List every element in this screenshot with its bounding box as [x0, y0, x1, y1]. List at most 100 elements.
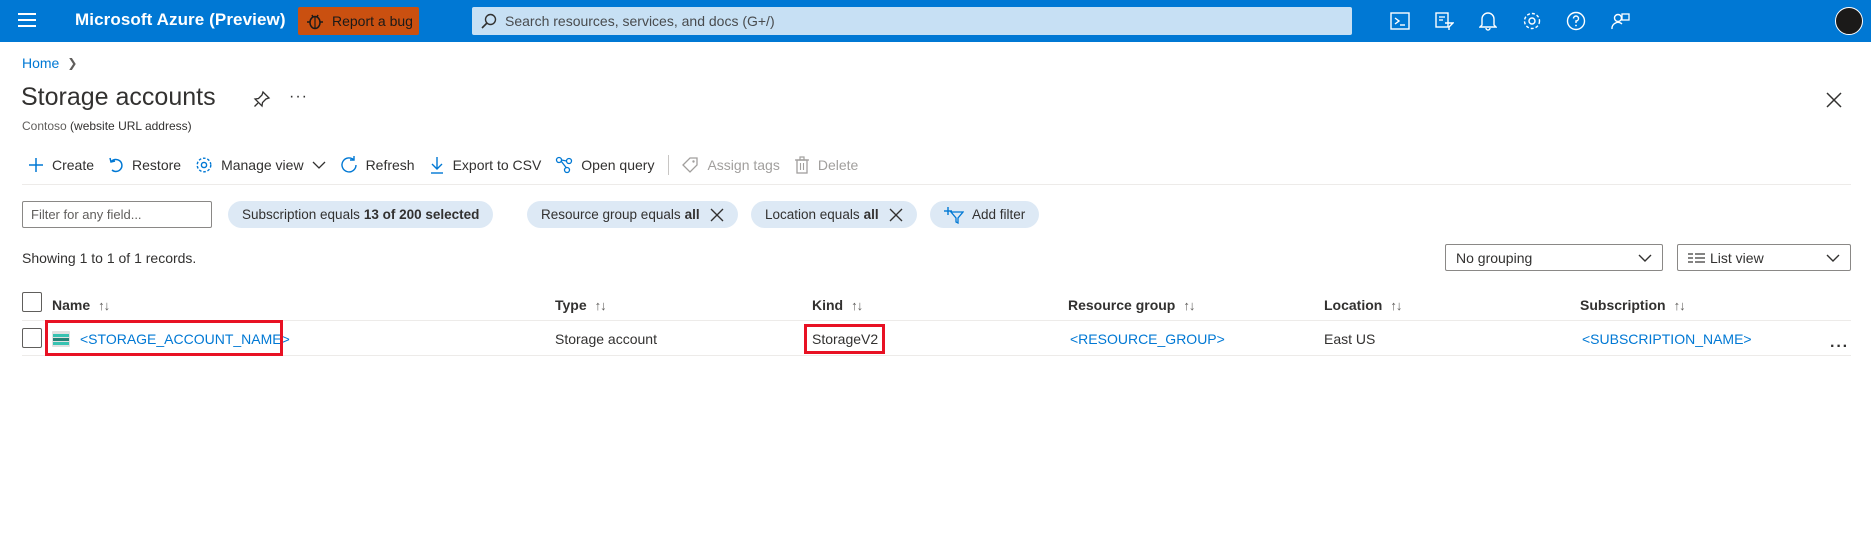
select-all-checkbox[interactable] [22, 292, 42, 312]
help-icon[interactable] [1554, 8, 1598, 34]
refresh-label: Refresh [365, 157, 415, 173]
chevron-down-icon [1638, 254, 1652, 262]
report-bug-label: Report a bug [332, 13, 413, 29]
restore-button[interactable]: Restore [102, 150, 189, 180]
column-subscription[interactable]: Subscription ↑↓ [1580, 289, 1686, 321]
subscription-link[interactable]: <SUBSCRIPTION_NAME> [1582, 331, 1752, 347]
open-query-button[interactable]: Open query [549, 150, 662, 180]
portal-title[interactable]: Microsoft Azure (Preview) [75, 10, 286, 30]
view-value: List view [1710, 249, 1764, 266]
row-resource-group-cell: <RESOURCE_GROUP> [1070, 322, 1225, 356]
grouping-value: No grouping [1456, 249, 1533, 266]
global-search[interactable] [472, 7, 1352, 35]
plus-icon [29, 158, 43, 172]
breadcrumb-home[interactable]: Home [22, 55, 59, 71]
command-bar-divider [22, 184, 1851, 185]
column-resource-group[interactable]: Resource group ↑↓ [1068, 289, 1195, 321]
search-input[interactable] [505, 13, 1325, 29]
filter-input[interactable] [22, 201, 212, 228]
sort-icon[interactable]: ↑↓ [595, 298, 607, 313]
tenant-note: (website URL address) [70, 119, 192, 133]
command-bar: Create Restore Manage view Refresh Expor… [22, 150, 866, 180]
download-icon [430, 157, 443, 174]
directory-filter-icon[interactable] [1422, 8, 1466, 34]
sort-icon[interactable]: ↑↓ [98, 298, 110, 313]
chevron-down-icon [312, 161, 326, 169]
delete-button[interactable]: Delete [788, 150, 866, 180]
close-icon[interactable] [1824, 90, 1844, 110]
row-checkbox[interactable] [22, 328, 42, 348]
sort-icon[interactable]: ↑↓ [1390, 298, 1402, 313]
cloud-shell-icon[interactable] [1378, 8, 1422, 34]
tag-icon [682, 157, 699, 173]
grouping-select[interactable]: No grouping [1445, 244, 1663, 271]
page-subtitle: Contoso (website URL address) [22, 119, 192, 133]
subscription-filter-value: 13 of 200 selected [363, 207, 480, 222]
subscription-filter-pill[interactable]: Subscription equals 13 of 200 selected [228, 201, 494, 228]
delete-label: Delete [817, 157, 859, 173]
subscription-filter-label: Subscription equals [242, 207, 360, 222]
resource-group-filter-pill[interactable]: Resource group equals all [527, 201, 738, 228]
manage-view-button[interactable]: Manage view [189, 150, 334, 180]
close-icon[interactable] [710, 208, 724, 222]
column-location[interactable]: Location ↑↓ [1324, 289, 1402, 321]
chevron-right-icon: ❯ [67, 56, 78, 70]
location-filter-label: Location equals [765, 207, 860, 222]
row-more-button[interactable]: ··· [1830, 338, 1849, 356]
row-subscription-cell: <SUBSCRIPTION_NAME> [1582, 322, 1752, 356]
sort-icon[interactable]: ↑↓ [1674, 298, 1686, 313]
column-subscription-label: Subscription [1580, 297, 1666, 313]
tenant-name: Contoso [22, 119, 67, 133]
assign-tags-button[interactable]: Assign tags [675, 150, 787, 180]
column-type[interactable]: Type ↑↓ [555, 289, 607, 321]
page-title: Storage accounts [21, 83, 216, 111]
table-row[interactable]: <STORAGE_ACCOUNT_NAME> Storage account S… [22, 322, 1851, 356]
feedback-icon[interactable] [1598, 8, 1642, 34]
refresh-icon [340, 156, 357, 173]
table-header: Name ↑↓ Type ↑↓ Kind ↑↓ Resource group ↑↓ Lo… [22, 289, 1851, 321]
column-type-label: Type [555, 297, 587, 313]
chevron-down-icon [1826, 254, 1840, 262]
bug-icon [307, 14, 323, 30]
assign-tags-label: Assign tags [707, 157, 780, 173]
row-location-cell: East US [1324, 331, 1376, 347]
create-button[interactable]: Create [22, 150, 102, 180]
sort-icon[interactable]: ↑↓ [851, 298, 863, 313]
open-query-label: Open query [581, 157, 655, 173]
top-icons [1378, 8, 1642, 34]
page-more-button[interactable]: ··· [289, 88, 308, 106]
resource-group-link[interactable]: <RESOURCE_GROUP> [1070, 331, 1225, 347]
location-filter-pill[interactable]: Location equals all [751, 201, 917, 228]
column-name[interactable]: Name ↑↓ [52, 289, 110, 321]
row-type-cell: Storage account [555, 331, 657, 347]
close-icon[interactable] [889, 208, 903, 222]
records-count: Showing 1 to 1 of 1 records. [22, 250, 197, 266]
add-filter-label: Add filter [972, 207, 1026, 222]
create-label: Create [52, 157, 95, 173]
hamburger-icon[interactable] [18, 13, 36, 27]
toolbar-divider [668, 155, 670, 175]
add-filter-icon [944, 206, 964, 224]
refresh-button[interactable]: Refresh [334, 150, 423, 180]
sort-icon[interactable]: ↑↓ [1183, 298, 1195, 313]
restore-icon [109, 157, 123, 173]
top-bar: Microsoft Azure (Preview) Report a bug [0, 0, 1871, 42]
pin-icon[interactable] [253, 90, 271, 108]
add-filter-button[interactable]: Add filter [930, 201, 1040, 228]
column-name-label: Name [52, 297, 91, 313]
manage-view-label: Manage view [221, 157, 304, 173]
view-select[interactable]: List view [1677, 244, 1851, 271]
restore-label: Restore [132, 157, 182, 173]
report-bug-button[interactable]: Report a bug [298, 7, 419, 35]
gear-icon[interactable] [1510, 8, 1554, 34]
bell-icon[interactable] [1466, 8, 1510, 34]
export-csv-button[interactable]: Export to CSV [423, 150, 550, 180]
column-kind-label: Kind [812, 297, 844, 313]
resource-group-filter-label: Resource group equals [541, 207, 681, 222]
highlight-box-name [45, 320, 283, 356]
avatar[interactable] [1835, 7, 1863, 35]
export-csv-label: Export to CSV [452, 157, 542, 173]
column-kind[interactable]: Kind ↑↓ [812, 289, 863, 321]
breadcrumb: Home ❯ [22, 55, 77, 71]
resource-group-filter-value: all [684, 207, 700, 222]
